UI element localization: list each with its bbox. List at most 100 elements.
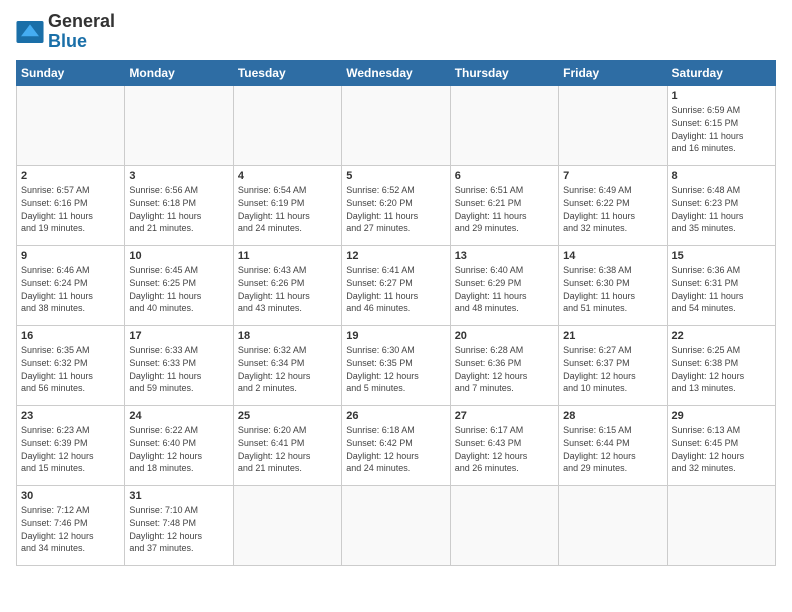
logo-text: GeneralBlue — [48, 12, 115, 52]
day-info: Sunrise: 6:33 AM Sunset: 6:33 PM Dayligh… — [129, 344, 228, 394]
day-number: 22 — [672, 329, 771, 344]
day-info: Sunrise: 6:22 AM Sunset: 6:40 PM Dayligh… — [129, 424, 228, 474]
logo: GeneralBlue — [16, 12, 115, 52]
day-number: 2 — [21, 169, 120, 184]
weekday-header-friday: Friday — [559, 60, 667, 85]
day-number: 30 — [21, 489, 120, 504]
day-info: Sunrise: 6:41 AM Sunset: 6:27 PM Dayligh… — [346, 264, 445, 314]
day-info: Sunrise: 6:59 AM Sunset: 6:15 PM Dayligh… — [672, 104, 771, 154]
calendar-day: 14Sunrise: 6:38 AM Sunset: 6:30 PM Dayli… — [559, 245, 667, 325]
day-info: Sunrise: 6:32 AM Sunset: 6:34 PM Dayligh… — [238, 344, 337, 394]
day-info: Sunrise: 6:36 AM Sunset: 6:31 PM Dayligh… — [672, 264, 771, 314]
day-info: Sunrise: 6:35 AM Sunset: 6:32 PM Dayligh… — [21, 344, 120, 394]
calendar-day — [342, 85, 450, 165]
calendar-day: 26Sunrise: 6:18 AM Sunset: 6:42 PM Dayli… — [342, 405, 450, 485]
day-info: Sunrise: 6:13 AM Sunset: 6:45 PM Dayligh… — [672, 424, 771, 474]
day-number: 16 — [21, 329, 120, 344]
day-info: Sunrise: 6:27 AM Sunset: 6:37 PM Dayligh… — [563, 344, 662, 394]
calendar-day: 25Sunrise: 6:20 AM Sunset: 6:41 PM Dayli… — [233, 405, 341, 485]
calendar-body: 1Sunrise: 6:59 AM Sunset: 6:15 PM Daylig… — [17, 85, 776, 565]
day-number: 19 — [346, 329, 445, 344]
day-number: 6 — [455, 169, 554, 184]
calendar-day: 3Sunrise: 6:56 AM Sunset: 6:18 PM Daylig… — [125, 165, 233, 245]
calendar-day — [233, 485, 341, 565]
weekday-header-thursday: Thursday — [450, 60, 558, 85]
calendar-day: 11Sunrise: 6:43 AM Sunset: 6:26 PM Dayli… — [233, 245, 341, 325]
calendar-day: 31Sunrise: 7:10 AM Sunset: 7:48 PM Dayli… — [125, 485, 233, 565]
calendar-day — [667, 485, 775, 565]
calendar-week-4: 16Sunrise: 6:35 AM Sunset: 6:32 PM Dayli… — [17, 325, 776, 405]
weekday-header-row: SundayMondayTuesdayWednesdayThursdayFrid… — [17, 60, 776, 85]
calendar-day: 9Sunrise: 6:46 AM Sunset: 6:24 PM Daylig… — [17, 245, 125, 325]
day-info: Sunrise: 6:28 AM Sunset: 6:36 PM Dayligh… — [455, 344, 554, 394]
day-info: Sunrise: 6:56 AM Sunset: 6:18 PM Dayligh… — [129, 184, 228, 234]
calendar-day: 4Sunrise: 6:54 AM Sunset: 6:19 PM Daylig… — [233, 165, 341, 245]
day-number: 8 — [672, 169, 771, 184]
calendar-day: 30Sunrise: 7:12 AM Sunset: 7:46 PM Dayli… — [17, 485, 125, 565]
day-info: Sunrise: 6:45 AM Sunset: 6:25 PM Dayligh… — [129, 264, 228, 314]
day-info: Sunrise: 6:51 AM Sunset: 6:21 PM Dayligh… — [455, 184, 554, 234]
day-number: 26 — [346, 409, 445, 424]
day-info: Sunrise: 6:25 AM Sunset: 6:38 PM Dayligh… — [672, 344, 771, 394]
day-number: 20 — [455, 329, 554, 344]
day-number: 31 — [129, 489, 228, 504]
page: GeneralBlue SundayMondayTuesdayWednesday… — [0, 0, 792, 612]
calendar-week-3: 9Sunrise: 6:46 AM Sunset: 6:24 PM Daylig… — [17, 245, 776, 325]
weekday-header-sunday: Sunday — [17, 60, 125, 85]
calendar-week-6: 30Sunrise: 7:12 AM Sunset: 7:46 PM Dayli… — [17, 485, 776, 565]
day-info: Sunrise: 6:49 AM Sunset: 6:22 PM Dayligh… — [563, 184, 662, 234]
weekday-header-tuesday: Tuesday — [233, 60, 341, 85]
day-info: Sunrise: 6:23 AM Sunset: 6:39 PM Dayligh… — [21, 424, 120, 474]
calendar-day: 21Sunrise: 6:27 AM Sunset: 6:37 PM Dayli… — [559, 325, 667, 405]
calendar-day: 5Sunrise: 6:52 AM Sunset: 6:20 PM Daylig… — [342, 165, 450, 245]
calendar-day: 7Sunrise: 6:49 AM Sunset: 6:22 PM Daylig… — [559, 165, 667, 245]
calendar-day — [342, 485, 450, 565]
calendar: SundayMondayTuesdayWednesdayThursdayFrid… — [16, 60, 776, 566]
day-number: 17 — [129, 329, 228, 344]
calendar-week-1: 1Sunrise: 6:59 AM Sunset: 6:15 PM Daylig… — [17, 85, 776, 165]
day-info: Sunrise: 6:38 AM Sunset: 6:30 PM Dayligh… — [563, 264, 662, 314]
calendar-day — [450, 85, 558, 165]
calendar-week-5: 23Sunrise: 6:23 AM Sunset: 6:39 PM Dayli… — [17, 405, 776, 485]
day-number: 27 — [455, 409, 554, 424]
calendar-day: 29Sunrise: 6:13 AM Sunset: 6:45 PM Dayli… — [667, 405, 775, 485]
day-number: 15 — [672, 249, 771, 264]
day-number: 1 — [672, 89, 771, 104]
calendar-day: 28Sunrise: 6:15 AM Sunset: 6:44 PM Dayli… — [559, 405, 667, 485]
day-info: Sunrise: 7:10 AM Sunset: 7:48 PM Dayligh… — [129, 504, 228, 554]
calendar-day — [559, 485, 667, 565]
calendar-day — [450, 485, 558, 565]
day-number: 14 — [563, 249, 662, 264]
day-number: 4 — [238, 169, 337, 184]
day-number: 23 — [21, 409, 120, 424]
day-number: 9 — [21, 249, 120, 264]
day-info: Sunrise: 6:20 AM Sunset: 6:41 PM Dayligh… — [238, 424, 337, 474]
calendar-day: 18Sunrise: 6:32 AM Sunset: 6:34 PM Dayli… — [233, 325, 341, 405]
calendar-day: 22Sunrise: 6:25 AM Sunset: 6:38 PM Dayli… — [667, 325, 775, 405]
calendar-day: 1Sunrise: 6:59 AM Sunset: 6:15 PM Daylig… — [667, 85, 775, 165]
day-number: 29 — [672, 409, 771, 424]
calendar-day: 24Sunrise: 6:22 AM Sunset: 6:40 PM Dayli… — [125, 405, 233, 485]
calendar-day — [125, 85, 233, 165]
day-number: 25 — [238, 409, 337, 424]
calendar-week-2: 2Sunrise: 6:57 AM Sunset: 6:16 PM Daylig… — [17, 165, 776, 245]
calendar-day: 12Sunrise: 6:41 AM Sunset: 6:27 PM Dayli… — [342, 245, 450, 325]
header: GeneralBlue — [16, 12, 776, 52]
day-info: Sunrise: 6:18 AM Sunset: 6:42 PM Dayligh… — [346, 424, 445, 474]
weekday-header-wednesday: Wednesday — [342, 60, 450, 85]
calendar-day: 2Sunrise: 6:57 AM Sunset: 6:16 PM Daylig… — [17, 165, 125, 245]
day-number: 28 — [563, 409, 662, 424]
day-info: Sunrise: 6:52 AM Sunset: 6:20 PM Dayligh… — [346, 184, 445, 234]
day-info: Sunrise: 6:54 AM Sunset: 6:19 PM Dayligh… — [238, 184, 337, 234]
calendar-day: 20Sunrise: 6:28 AM Sunset: 6:36 PM Dayli… — [450, 325, 558, 405]
day-info: Sunrise: 6:17 AM Sunset: 6:43 PM Dayligh… — [455, 424, 554, 474]
calendar-day: 17Sunrise: 6:33 AM Sunset: 6:33 PM Dayli… — [125, 325, 233, 405]
calendar-day: 6Sunrise: 6:51 AM Sunset: 6:21 PM Daylig… — [450, 165, 558, 245]
day-number: 5 — [346, 169, 445, 184]
day-info: Sunrise: 6:46 AM Sunset: 6:24 PM Dayligh… — [21, 264, 120, 314]
calendar-day: 19Sunrise: 6:30 AM Sunset: 6:35 PM Dayli… — [342, 325, 450, 405]
calendar-day: 13Sunrise: 6:40 AM Sunset: 6:29 PM Dayli… — [450, 245, 558, 325]
weekday-header-monday: Monday — [125, 60, 233, 85]
calendar-day — [17, 85, 125, 165]
day-number: 3 — [129, 169, 228, 184]
